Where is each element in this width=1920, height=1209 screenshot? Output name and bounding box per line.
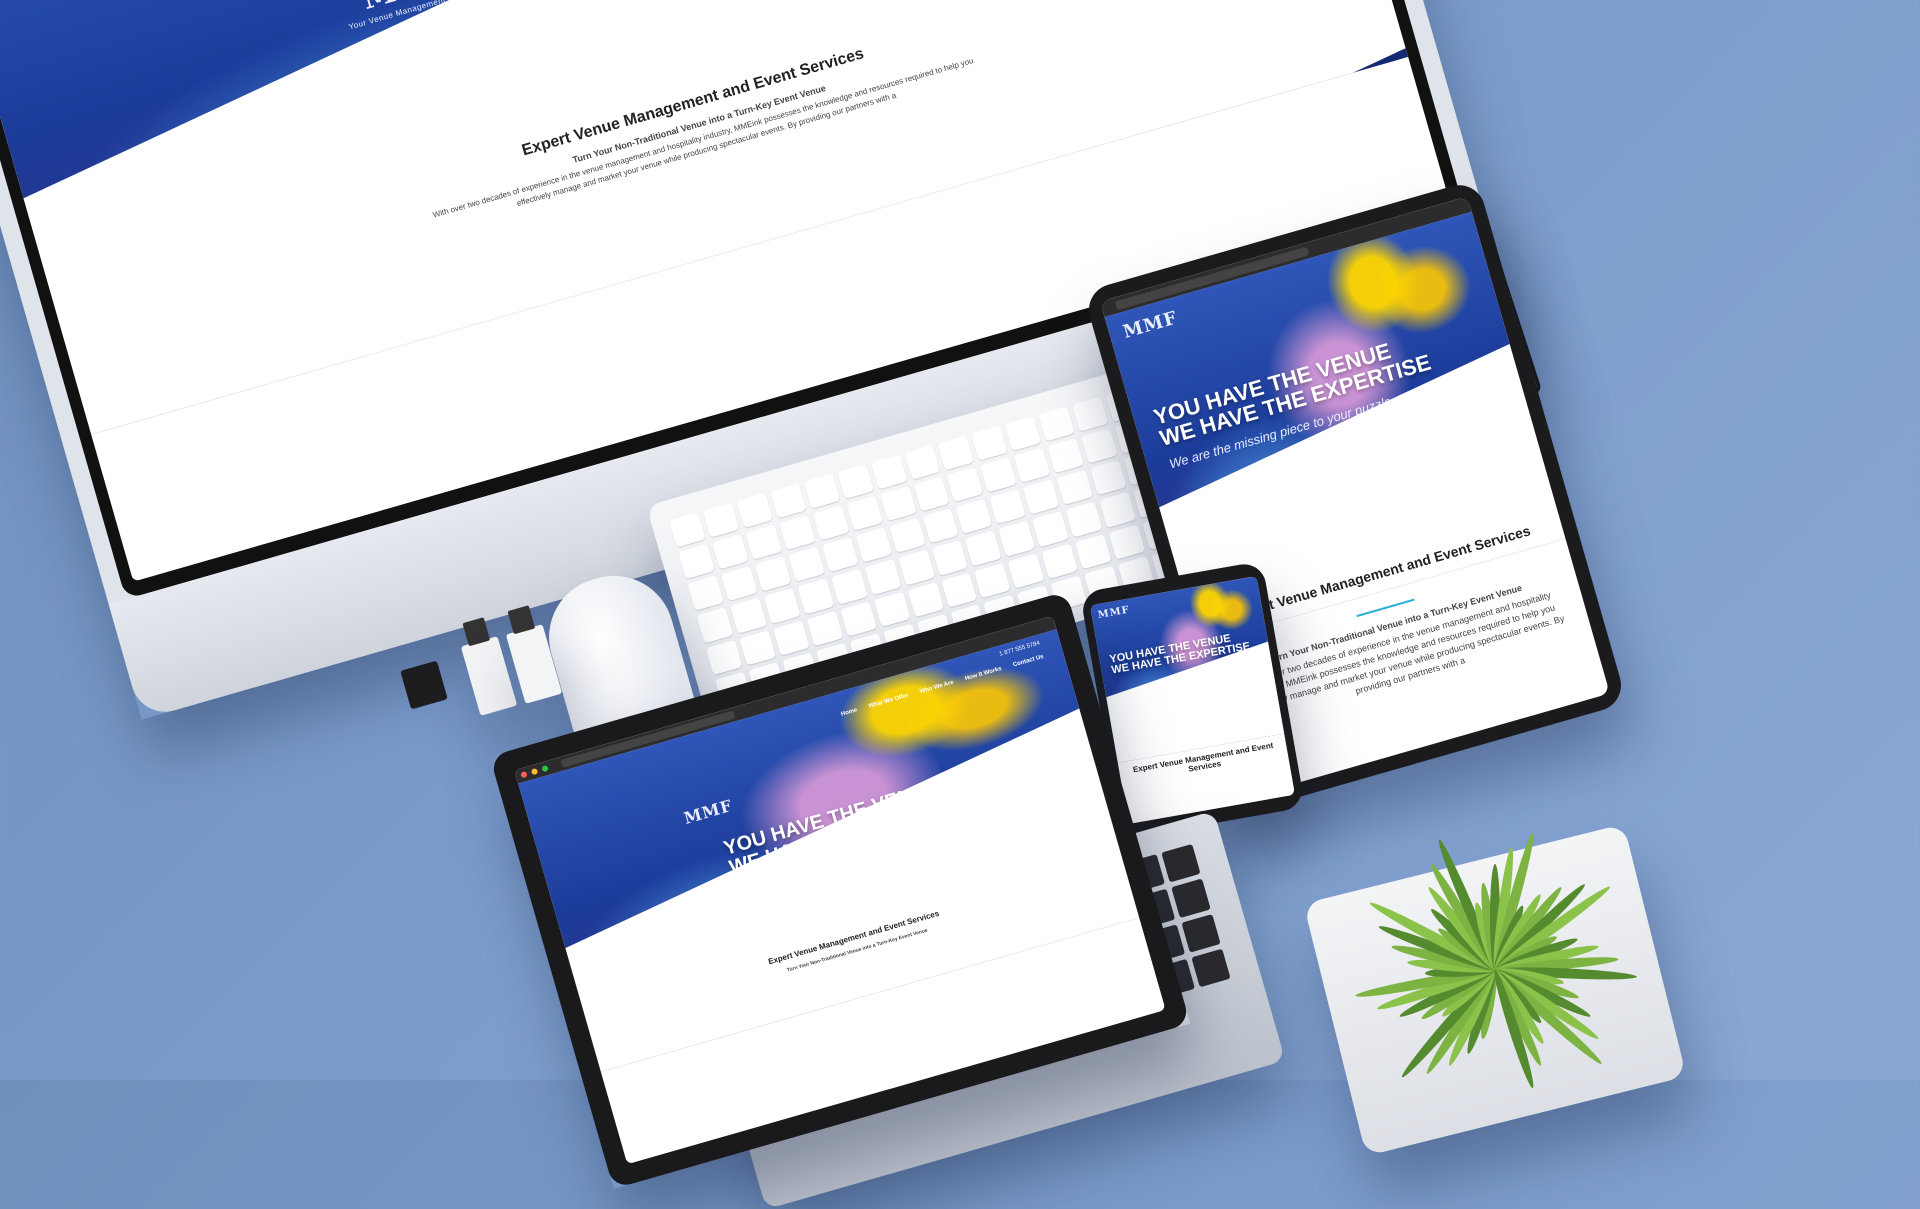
keyboard-key bbox=[888, 518, 926, 554]
laptop-logo[interactable]: MMF bbox=[682, 796, 735, 828]
keyboard-key bbox=[1072, 396, 1109, 432]
keyboard-key bbox=[904, 444, 941, 481]
phone-logo[interactable]: MMF bbox=[1097, 605, 1131, 621]
keyboard-key bbox=[678, 544, 715, 580]
keyboard-key bbox=[870, 454, 908, 490]
keyboard-key bbox=[898, 549, 935, 586]
keyboard-key bbox=[705, 639, 743, 675]
keyboard-key bbox=[788, 547, 825, 583]
keyboard-key bbox=[745, 524, 783, 561]
keyboard-key bbox=[965, 530, 1002, 567]
keyboard-key bbox=[730, 598, 767, 634]
keyboard-key bbox=[998, 521, 1036, 557]
keyboard-key bbox=[1032, 511, 1069, 547]
site-logo[interactable]: MMF Your Venue Management Partner bbox=[338, 0, 478, 32]
keyboard-key bbox=[769, 483, 807, 519]
keyboard-key bbox=[971, 425, 1008, 461]
keyboard-key bbox=[669, 512, 706, 548]
keyboard-key bbox=[837, 463, 874, 500]
nav-who-we-are[interactable]: Who We Are bbox=[919, 680, 954, 695]
keyboard-key bbox=[702, 502, 740, 538]
keyboard-key bbox=[763, 588, 801, 624]
keyboard-key bbox=[873, 591, 911, 627]
laptop-key bbox=[1170, 878, 1211, 918]
phone-hero: MMF YOU HAVE THE VENUE WE HAVE THE EXPER… bbox=[1090, 576, 1285, 763]
keyboard-key bbox=[1007, 553, 1045, 589]
keyboard-key bbox=[974, 562, 1011, 598]
laptop-key bbox=[1190, 948, 1231, 988]
keyboard-key bbox=[821, 537, 859, 573]
keyboard-key bbox=[1081, 428, 1118, 464]
phone-hero-heading: YOU HAVE THE VENUE WE HAVE THE EXPERTISE bbox=[1108, 632, 1252, 677]
nav-what-we-offer[interactable]: What We Offer bbox=[868, 693, 909, 710]
keyboard-key bbox=[736, 492, 773, 529]
keyboard-key bbox=[711, 534, 749, 570]
keyboard-key bbox=[946, 466, 984, 503]
keyboard-key bbox=[1023, 479, 1060, 515]
keyboard-key bbox=[1075, 533, 1112, 570]
keyboard-key bbox=[931, 540, 969, 576]
keyboard-key bbox=[1065, 501, 1103, 538]
laptop-key bbox=[1180, 913, 1221, 953]
tablet-logo[interactable]: MMF bbox=[1121, 307, 1180, 343]
keyboard-key bbox=[721, 566, 758, 602]
keyboard-key bbox=[879, 486, 917, 522]
plant bbox=[1354, 831, 1638, 1090]
keyboard-key bbox=[772, 620, 810, 656]
keyboard-key bbox=[956, 498, 993, 535]
keyboard-key bbox=[1014, 447, 1051, 484]
keyboard-key bbox=[1099, 492, 1137, 528]
keyboard-key bbox=[687, 575, 724, 612]
keyboard-key bbox=[840, 601, 877, 637]
keyboard-key bbox=[1004, 415, 1042, 452]
keyboard-key bbox=[1090, 460, 1127, 496]
keyboard-key bbox=[1108, 524, 1146, 560]
keyboard-key bbox=[830, 569, 868, 605]
keyboard-key bbox=[806, 610, 844, 647]
keyboard-key bbox=[1041, 543, 1079, 579]
nav-contact-us[interactable]: Contact Us bbox=[1012, 654, 1044, 668]
keyboard-key bbox=[846, 495, 883, 532]
keyboard-key bbox=[696, 607, 734, 644]
keyboard-key bbox=[907, 581, 944, 618]
keyboard-key bbox=[940, 572, 978, 608]
laptop-key bbox=[1160, 843, 1201, 883]
keyboard-key bbox=[989, 489, 1027, 525]
keyboard-key bbox=[779, 515, 816, 551]
nav-how-it-works[interactable]: How It Works bbox=[964, 666, 1002, 682]
binder-clip bbox=[400, 660, 448, 710]
keyboard-key bbox=[1038, 406, 1076, 442]
keyboard-key bbox=[937, 435, 975, 471]
keyboard-key bbox=[739, 630, 776, 666]
keyboard-key bbox=[913, 476, 950, 512]
keyboard-key bbox=[1056, 469, 1094, 506]
keyboard-key bbox=[803, 473, 841, 509]
laptop-hero-heading: YOU HAVE THE VENUE WE HAVE THE EXPERTISE bbox=[721, 777, 979, 880]
keyboard-key bbox=[812, 505, 850, 541]
nav-home[interactable]: Home bbox=[840, 707, 858, 717]
keyboard-key bbox=[922, 508, 960, 544]
keyboard-key bbox=[1047, 438, 1085, 474]
keyboard-key bbox=[855, 527, 892, 564]
keyboard-key bbox=[797, 578, 834, 615]
keyboard-key bbox=[864, 559, 902, 595]
keyboard-key bbox=[754, 556, 792, 592]
keyboard-key bbox=[980, 457, 1018, 493]
